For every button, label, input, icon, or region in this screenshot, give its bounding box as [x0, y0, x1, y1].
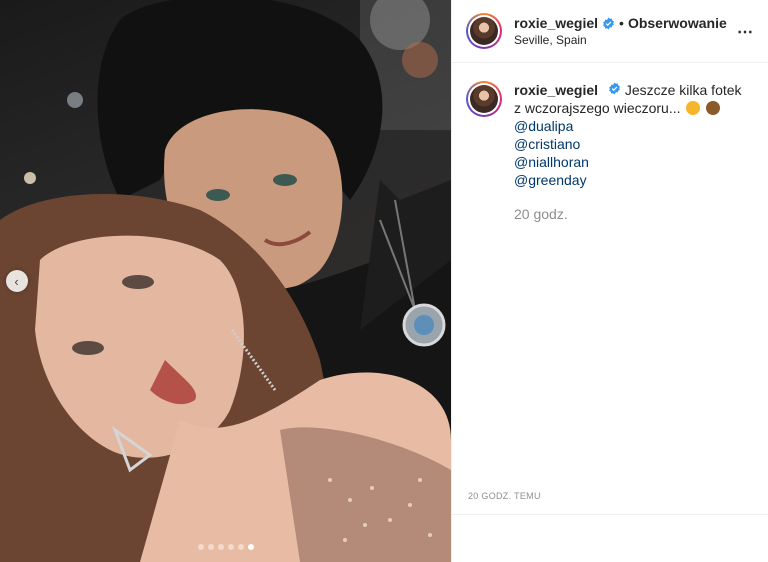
carousel-dot-active: [247, 544, 254, 550]
more-options-icon[interactable]: ⋯: [737, 22, 754, 42]
carousel-dot: [197, 544, 204, 550]
verified-badge-icon: [603, 17, 614, 29]
post-timestamp-link[interactable]: 20 GODZ. TEMU: [468, 491, 541, 501]
caption-time: 20 godz.: [514, 206, 568, 222]
chevron-left-icon: ‹: [14, 273, 19, 289]
mention-link-cristiano[interactable]: @cristiano: [514, 135, 752, 153]
verified-badge-icon: [609, 82, 620, 95]
post-side-panel: roxie_wegiel • Obserwowanie Seville, Spa…: [451, 0, 768, 562]
username-link[interactable]: roxie_wegiel: [514, 15, 598, 31]
carousel-dot: [227, 544, 234, 550]
location-link[interactable]: Seville, Spain: [514, 33, 727, 47]
mention-link-greenday[interactable]: @greenday: [514, 171, 752, 189]
profile-picture: [470, 17, 498, 45]
carousel-dot: [217, 544, 224, 550]
caption: roxie_wegiel Jeszcze kilka fotek z wczor…: [452, 63, 768, 223]
caption-username-link[interactable]: roxie_wegiel: [514, 82, 598, 98]
carousel-dot: [237, 544, 244, 550]
post-photo[interactable]: ‹: [0, 0, 451, 562]
mention-link-niallhoran[interactable]: @niallhoran: [514, 153, 752, 171]
carousel-indicators: [0, 544, 451, 550]
see-no-evil-monkey-emoji-icon: [706, 101, 721, 115]
mention-link-dualipa[interactable]: @dualipa: [514, 117, 752, 135]
carousel-prev-button[interactable]: ‹: [6, 270, 28, 292]
post-footer: 20 GODZ. TEMU: [452, 485, 768, 515]
photo-illustration: [0, 0, 451, 562]
caption-profile-picture: [470, 85, 498, 113]
separator: •: [619, 15, 624, 31]
following-button[interactable]: Obserwowanie: [628, 15, 727, 31]
avatar[interactable]: [466, 13, 502, 49]
caption-avatar[interactable]: [466, 81, 502, 117]
carousel-dot: [207, 544, 214, 550]
heart-eyes-emoji-icon: [686, 101, 701, 115]
post-header: roxie_wegiel • Obserwowanie Seville, Spa…: [452, 0, 768, 63]
